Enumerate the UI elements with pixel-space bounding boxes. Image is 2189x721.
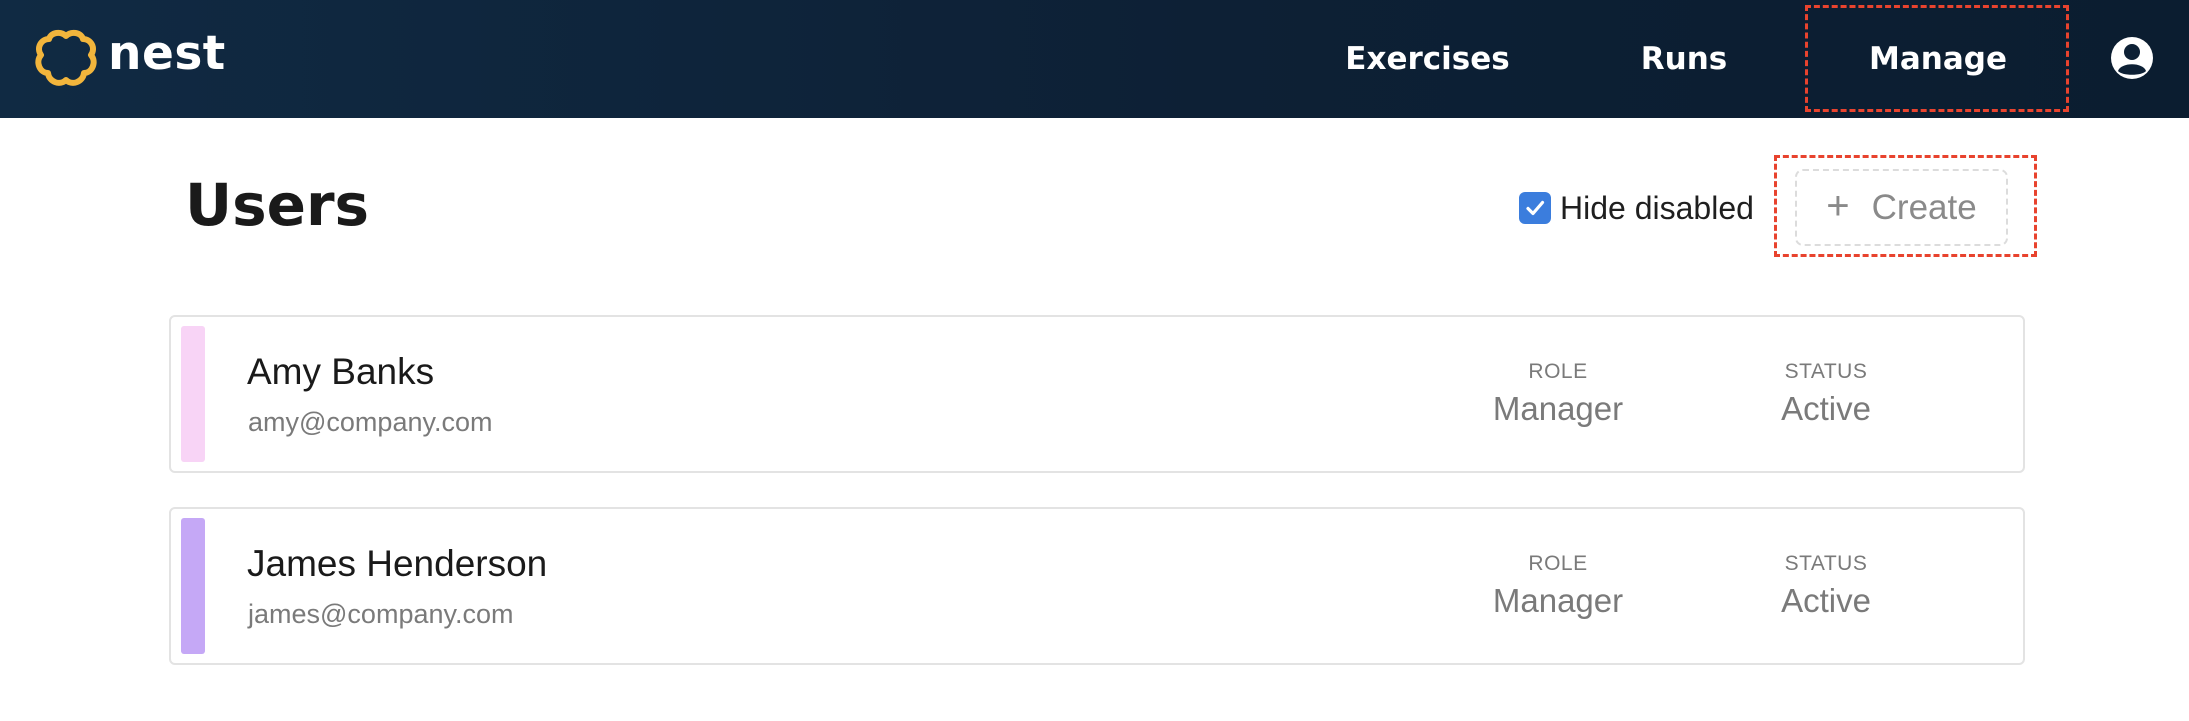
user-email: james@company.com <box>248 599 514 629</box>
user-name: James Henderson <box>247 543 548 584</box>
hide-disabled-toggle[interactable]: Hide disabled <box>1519 188 1754 228</box>
hide-disabled-label: Hide disabled <box>1560 189 1754 226</box>
user-card[interactable]: James Henderson james@company.com ROLE M… <box>169 507 2025 665</box>
brand-name: nest <box>108 25 226 81</box>
nav-runs[interactable]: Runs <box>1620 0 1748 118</box>
user-color-accent <box>181 326 205 462</box>
status-value: Active <box>1781 582 1871 619</box>
user-circle-icon <box>2111 37 2153 79</box>
create-button-label: Create <box>1871 187 1977 227</box>
user-name: Amy Banks <box>247 351 435 392</box>
page-title: Users <box>185 171 370 239</box>
nest-logo-icon <box>35 29 97 86</box>
user-card[interactable]: Amy Banks amy@company.com ROLE Manager S… <box>169 315 2025 473</box>
user-color-accent <box>181 518 205 654</box>
user-status-field: STATUS Active <box>1716 361 1936 425</box>
user-role-field: ROLE Manager <box>1448 553 1668 617</box>
brand-home-link[interactable]: nest <box>34 24 226 94</box>
create-user-button[interactable]: + Create <box>1795 169 2008 246</box>
status-label: STATUS <box>1784 360 1868 383</box>
account-icon[interactable] <box>2110 36 2154 80</box>
hide-disabled-checkbox[interactable] <box>1519 192 1551 224</box>
nav-manage[interactable]: Manage <box>1806 0 2070 118</box>
checkmark-icon <box>1526 200 1545 216</box>
user-email: amy@company.com <box>248 407 493 437</box>
top-navigation-bar: nest Exercises Runs Manage <box>0 0 2189 118</box>
plus-icon: + <box>1826 183 1850 228</box>
role-value: Manager <box>1492 582 1624 619</box>
role-value: Manager <box>1492 390 1624 427</box>
status-value: Active <box>1781 390 1871 427</box>
user-role-field: ROLE Manager <box>1448 361 1668 425</box>
role-label: ROLE <box>1528 360 1588 383</box>
user-status-field: STATUS Active <box>1716 553 1936 617</box>
status-label: STATUS <box>1784 552 1868 575</box>
role-label: ROLE <box>1528 552 1588 575</box>
nav-exercises[interactable]: Exercises <box>1340 0 1515 118</box>
